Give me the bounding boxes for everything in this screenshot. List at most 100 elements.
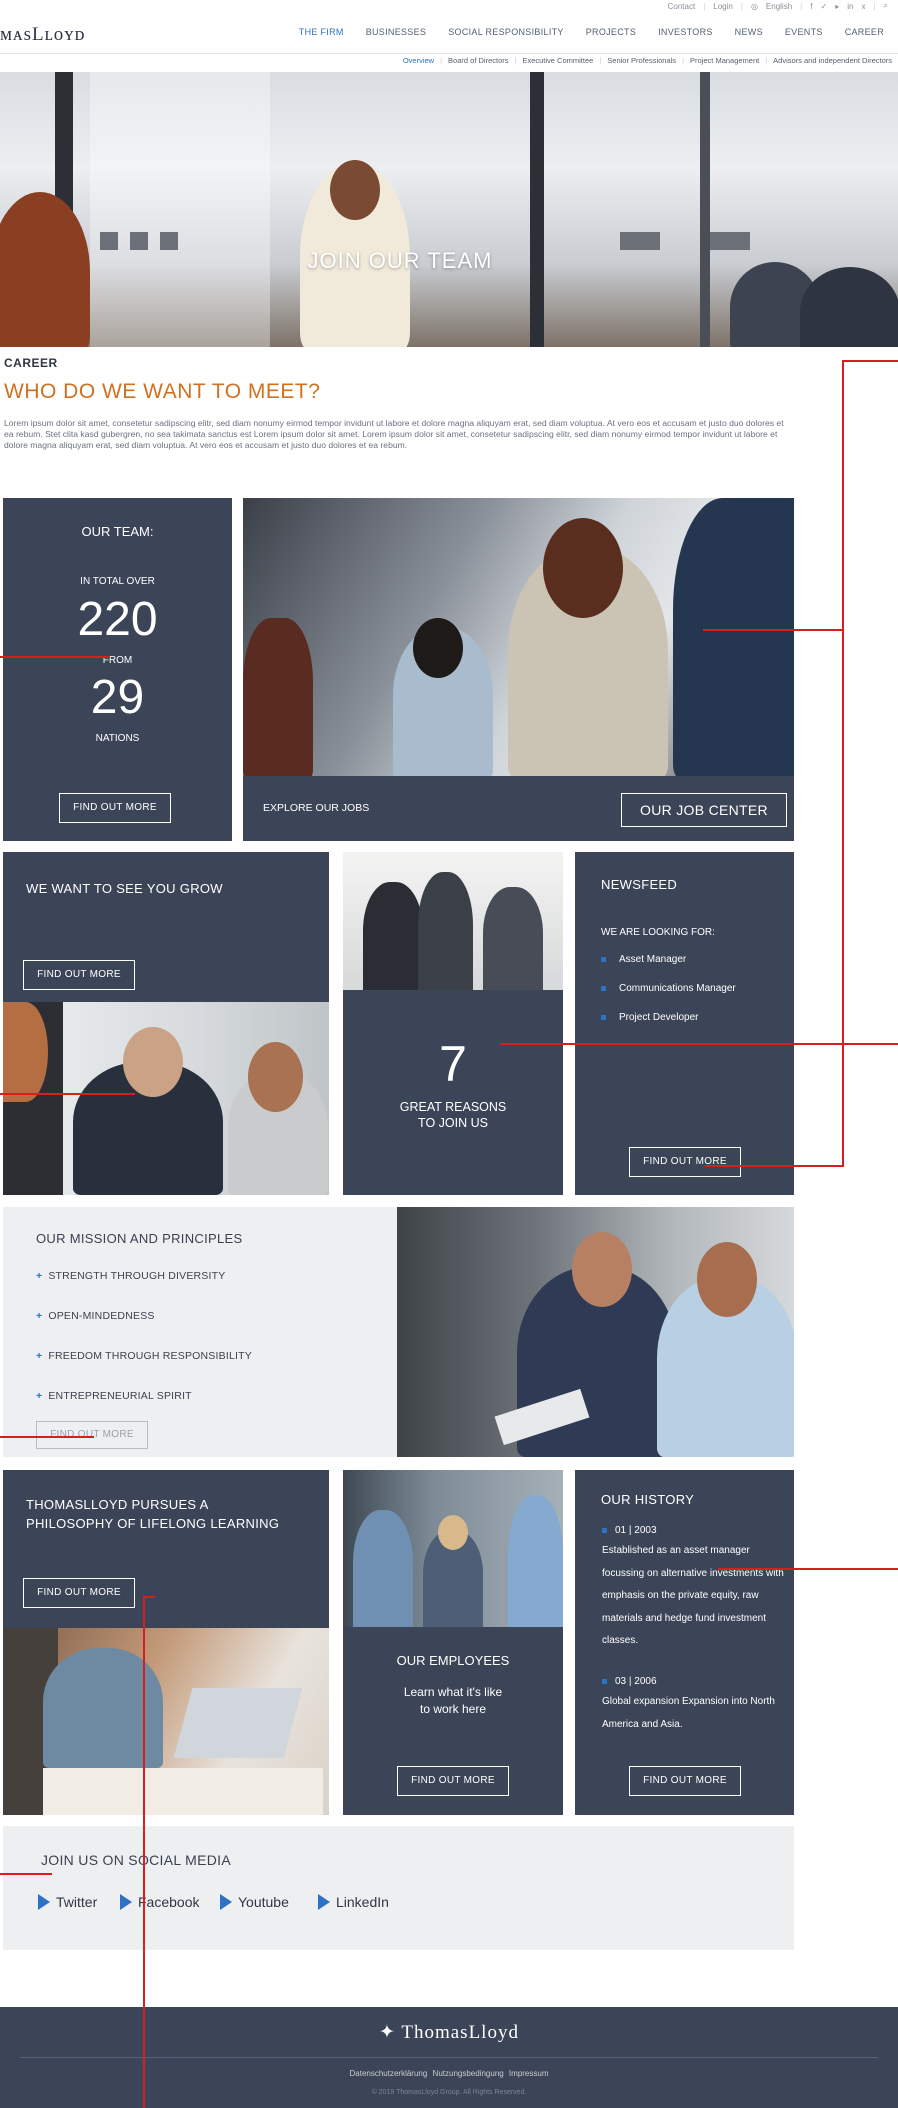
- reasons-photo: [343, 852, 563, 990]
- mission-tile: OUR MISSION AND PRINCIPLES: [3, 1207, 397, 1457]
- history-find-out-more-button[interactable]: FIND OUT MORE: [629, 1766, 741, 1796]
- social-facebook[interactable]: Facebook: [120, 1894, 199, 1910]
- reasons-line1: GREAT REASONS: [399, 1100, 507, 1114]
- hero-title: JOIN OUR TEAM: [307, 248, 493, 273]
- team-total-label: IN TOTAL OVER: [80, 576, 155, 587]
- history-tile: OUR HISTORY 01 | 2003 Established as an …: [575, 1470, 794, 1815]
- nav-career[interactable]: CAREER: [845, 27, 884, 37]
- learning-photo: [3, 1628, 329, 1815]
- xing-icon[interactable]: x: [861, 2, 865, 11]
- grow-tile: WE WANT TO SEE YOU GROW FIND OUT MORE: [3, 852, 329, 1002]
- jobs-photo: [243, 498, 794, 776]
- job-item[interactable]: Asset Manager: [601, 954, 736, 965]
- newsfeed-subtitle: WE ARE LOOKING FOR:: [601, 927, 715, 938]
- job-center-button[interactable]: OUR JOB CENTER: [621, 793, 787, 827]
- annotation-line: [703, 629, 844, 631]
- jobs-label: EXPLORE OUR JOBS: [263, 802, 370, 814]
- history-text: Established as an asset manager focussin…: [602, 1545, 784, 1646]
- reasons-line2: TO JOIN US: [418, 1116, 488, 1130]
- page-title: WHO DO WE WANT TO MEET?: [4, 380, 321, 403]
- subnav-executive[interactable]: Executive Committee: [522, 56, 593, 65]
- nav-the-firm[interactable]: THE FIRM: [299, 27, 344, 37]
- annotation-line: [842, 360, 898, 362]
- hero-banner: JOIN OUR TEAM: [0, 72, 898, 347]
- grow-title: WE WANT TO SEE YOU GROW: [26, 881, 223, 896]
- twitter-icon[interactable]: ✓: [820, 2, 827, 11]
- intro-paragraph: Lorem ipsum dolor sit amet, consetetur s…: [4, 418, 784, 450]
- site-footer: ✦ ThomasLloyd Datenschutzerklärung Nutzu…: [0, 2007, 898, 2108]
- social-title: JOIN US ON SOCIAL MEDIA: [41, 1852, 231, 1868]
- reasons-tile: 7 GREAT REASONS TO JOIN US: [343, 990, 563, 1195]
- newsfeed-title: NEWSFEED: [601, 877, 678, 892]
- nav-social-responsibility[interactable]: SOCIAL RESPONSIBILITY: [448, 27, 564, 37]
- nav-businesses[interactable]: BUSINESSES: [366, 27, 427, 37]
- copyright: © 2018 ThomasLloyd Group. All Rights Res…: [371, 2089, 527, 2096]
- diamond-icon: ✦: [379, 2022, 396, 2043]
- history-date: 03 | 2006: [602, 1676, 657, 1687]
- main-nav: THE FIRM BUSINESSES SOCIAL RESPONSIBILIT…: [299, 27, 884, 37]
- site-logo[interactable]: ᴍᴀsLʟᴏʏᴅ: [0, 24, 86, 46]
- team-title: OUR TEAM:: [81, 524, 154, 539]
- history-date: 01 | 2003: [602, 1525, 657, 1536]
- annotation-line: [705, 1165, 844, 1167]
- history-text: Global expansion Expansion into North Am…: [602, 1696, 775, 1730]
- job-list: Asset Manager Communications Manager Pro…: [601, 954, 736, 1041]
- hero-person-center-head: [330, 160, 380, 220]
- annotation-line: [143, 1596, 155, 1598]
- social-linkedin[interactable]: LinkedIn: [318, 1894, 389, 1910]
- subnav-senior[interactable]: Senior Professionals: [607, 56, 676, 65]
- social-twitter[interactable]: Twitter: [38, 1894, 97, 1910]
- hero-person-far-right: [800, 267, 898, 347]
- social-youtube[interactable]: Youtube: [220, 1894, 289, 1910]
- mission-find-out-more-button[interactable]: FIND OUT MORE: [36, 1421, 148, 1449]
- job-item[interactable]: Communications Manager: [601, 983, 736, 994]
- globe-icon: ◎: [750, 1, 758, 11]
- subnav-board[interactable]: Board of Directors: [448, 56, 508, 65]
- learning-title-line1: THOMASLLOYD PURSUES A: [26, 1497, 209, 1512]
- nav-investors[interactable]: INVESTORS: [658, 27, 713, 37]
- team-find-out-more-button[interactable]: FIND OUT MORE: [59, 793, 171, 823]
- section-label: CAREER: [4, 356, 58, 370]
- mission-title: OUR MISSION AND PRINCIPLES: [36, 1231, 243, 1246]
- subnav-project-management[interactable]: Project Management: [690, 56, 759, 65]
- annotation-line: [500, 1043, 898, 1045]
- annotation-line: [718, 1568, 898, 1570]
- facebook-icon[interactable]: f: [810, 2, 812, 11]
- linkedin-icon[interactable]: in: [847, 2, 853, 11]
- principle-item: + FREEDOM THROUGH RESPONSIBILITY: [36, 1350, 252, 1362]
- newsfeed-tile: NEWSFEED WE ARE LOOKING FOR: Asset Manag…: [575, 852, 794, 1195]
- employees-line1: Learn what it's like: [403, 1685, 503, 1699]
- footer-links[interactable]: Datenschutzerklärung Nutzungsbedingung I…: [0, 2069, 898, 2078]
- utility-bar: Contact | Login | ◎ English | f ✓ ▸ in x…: [667, 1, 888, 11]
- employees-find-out-more-button[interactable]: FIND OUT MORE: [397, 1766, 509, 1796]
- annotation-line: [0, 1873, 52, 1875]
- nav-news[interactable]: NEWS: [735, 27, 763, 37]
- play-icon: [318, 1894, 330, 1910]
- employees-photo: [343, 1470, 563, 1627]
- language-switch[interactable]: English: [766, 2, 792, 11]
- learning-find-out-more-button[interactable]: FIND OUT MORE: [23, 1578, 135, 1608]
- job-item[interactable]: Project Developer: [601, 1012, 736, 1023]
- jobs-bar: EXPLORE OUR JOBS OUR JOB CENTER: [243, 776, 794, 841]
- search-icon[interactable]: ⌕: [884, 1, 888, 11]
- youtube-icon[interactable]: ▸: [835, 2, 839, 11]
- annotation-line: [0, 1093, 135, 1095]
- nav-events[interactable]: EVENTS: [785, 27, 823, 37]
- subnav-overview[interactable]: Overview: [403, 56, 434, 65]
- contact-link[interactable]: Contact: [668, 2, 696, 11]
- footer-logo[interactable]: ✦ ThomasLloyd: [0, 2021, 898, 2044]
- employees-title: OUR EMPLOYEES: [396, 1653, 510, 1668]
- site-header: ᴍᴀsLʟᴏʏᴅ THE FIRM BUSINESSES SOCIAL RESP…: [0, 14, 898, 54]
- team-total-count: 220: [77, 593, 158, 646]
- play-icon: [220, 1894, 232, 1910]
- newsfeed-find-out-more-button[interactable]: FIND OUT MORE: [629, 1147, 741, 1177]
- employees-tile: OUR EMPLOYEES Learn what it's like to wo…: [343, 1627, 563, 1815]
- annotation-line: [0, 656, 110, 658]
- grow-photo: [3, 1002, 329, 1195]
- nav-projects[interactable]: PROJECTS: [586, 27, 636, 37]
- login-link[interactable]: Login: [713, 2, 733, 11]
- subnav-advisors[interactable]: Advisors and independent Directors: [773, 56, 892, 65]
- grow-find-out-more-button[interactable]: FIND OUT MORE: [23, 960, 135, 990]
- annotation-line: [143, 1596, 145, 2108]
- annotation-line: [0, 1436, 94, 1438]
